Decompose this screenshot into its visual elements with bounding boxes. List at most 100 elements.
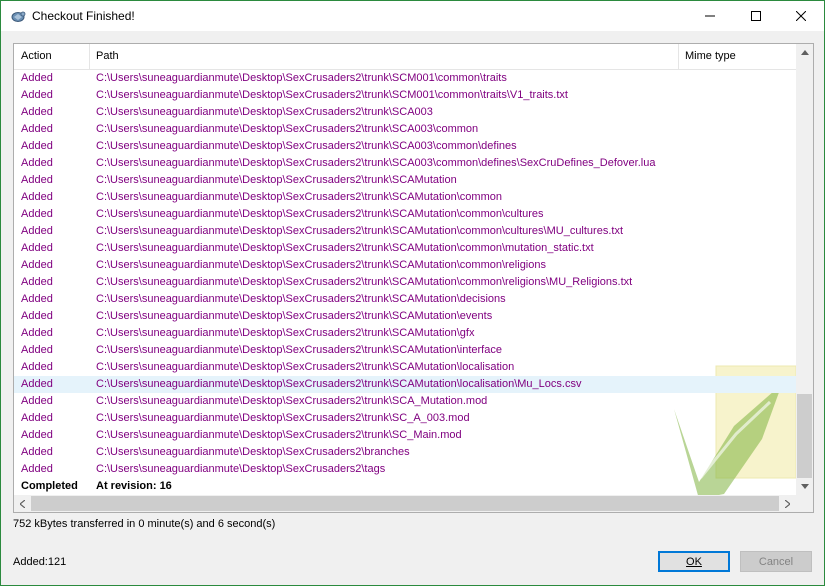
- maximize-button[interactable]: [733, 1, 779, 31]
- row-action: Added: [21, 412, 53, 424]
- row-action: Added: [21, 72, 53, 84]
- list-header: Action Path Mime type: [14, 44, 813, 70]
- row-path: C:\Users\suneaguardianmute\Desktop\SexCr…: [96, 123, 479, 135]
- scroll-up-arrow-icon[interactable]: [796, 44, 813, 61]
- window-title: Checkout Finished!: [32, 9, 135, 23]
- column-header-action[interactable]: Action: [14, 44, 89, 69]
- list-item[interactable]: Added C:\Users\suneaguardianmute\Desktop\…: [14, 325, 798, 342]
- row-action: Completed: [21, 480, 78, 492]
- row-action: Added: [21, 191, 53, 203]
- vertical-scrollbar[interactable]: [796, 44, 813, 495]
- row-action: Added: [21, 463, 53, 475]
- row-path: C:\Users\suneaguardianmute\Desktop\SexCr…: [96, 378, 582, 390]
- row-action: Added: [21, 276, 53, 288]
- row-path: C:\Users\suneaguardianmute\Desktop\SexCr…: [96, 191, 502, 203]
- vertical-scroll-thumb[interactable]: [797, 394, 812, 478]
- row-path: C:\Users\suneaguardianmute\Desktop\SexCr…: [96, 327, 475, 339]
- row-action: Added: [21, 429, 53, 441]
- list-item[interactable]: Added C:\Users\suneaguardianmute\Desktop\…: [14, 376, 798, 393]
- row-path: C:\Users\suneaguardianmute\Desktop\SexCr…: [96, 395, 488, 407]
- row-path: C:\Users\suneaguardianmute\Desktop\SexCr…: [96, 259, 546, 271]
- row-path: C:\Users\suneaguardianmute\Desktop\SexCr…: [96, 225, 624, 237]
- row-action: Added: [21, 361, 53, 373]
- row-path: C:\Users\suneaguardianmute\Desktop\SexCr…: [96, 310, 493, 322]
- list-item[interactable]: Added C:\Users\suneaguardianmute\Desktop\…: [14, 206, 798, 223]
- tortoise-app-icon: [10, 8, 26, 24]
- ok-button[interactable]: OK: [658, 551, 730, 572]
- row-action: Added: [21, 395, 53, 407]
- row-path: C:\Users\suneaguardianmute\Desktop\SexCr…: [96, 276, 633, 288]
- row-action: Added: [21, 259, 53, 271]
- row-path: C:\Users\suneaguardianmute\Desktop\SexCr…: [96, 157, 656, 169]
- list-item[interactable]: Added C:\Users\suneaguardianmute\Desktop\…: [14, 121, 798, 138]
- list-item[interactable]: Added C:\Users\suneaguardianmute\Desktop\…: [14, 223, 798, 240]
- row-action: Added: [21, 242, 53, 254]
- added-count-text: Added:121: [13, 556, 67, 568]
- list-item[interactable]: Added C:\Users\suneaguardianmute\Desktop\…: [14, 393, 798, 410]
- row-action: Added: [21, 293, 53, 305]
- row-action: Added: [21, 378, 53, 390]
- list-item[interactable]: Added C:\Users\suneaguardianmute\Desktop\…: [14, 138, 798, 155]
- scroll-right-arrow-icon[interactable]: [779, 495, 796, 512]
- row-action: Added: [21, 123, 53, 135]
- row-path: C:\Users\suneaguardianmute\Desktop\SexCr…: [96, 344, 502, 356]
- list-item[interactable]: Added C:\Users\suneaguardianmute\Desktop\…: [14, 461, 798, 478]
- list-item[interactable]: Added C:\Users\suneaguardianmute\Desktop\…: [14, 308, 798, 325]
- row-path: C:\Users\suneaguardianmute\Desktop\SexCr…: [96, 208, 544, 220]
- list-item[interactable]: Added C:\Users\suneaguardianmute\Desktop\…: [14, 291, 798, 308]
- row-action: Added: [21, 157, 53, 169]
- list-item[interactable]: Added C:\Users\suneaguardianmute\Desktop\…: [14, 427, 798, 444]
- list-item[interactable]: Added C:\Users\suneaguardianmute\Desktop\…: [14, 342, 798, 359]
- row-path: C:\Users\suneaguardianmute\Desktop\SexCr…: [96, 361, 515, 373]
- list-item[interactable]: Added C:\Users\suneaguardianmute\Desktop\…: [14, 444, 798, 461]
- minimize-button[interactable]: [687, 1, 733, 31]
- row-action: Added: [21, 140, 53, 152]
- row-path: C:\Users\suneaguardianmute\Desktop\SexCr…: [96, 140, 517, 152]
- title-bar[interactable]: Checkout Finished!: [1, 1, 824, 31]
- cancel-button[interactable]: Cancel: [740, 551, 812, 572]
- scroll-left-arrow-icon[interactable]: [14, 495, 31, 512]
- checkout-results-list[interactable]: Action Path Mime type Added C:\Users\sune…: [13, 43, 814, 513]
- list-item[interactable]: Added C:\Users\suneaguardianmute\Desktop\…: [14, 104, 798, 121]
- row-path: C:\Users\suneaguardianmute\Desktop\SexCr…: [96, 242, 594, 254]
- scroll-down-arrow-icon[interactable]: [796, 478, 813, 495]
- list-item[interactable]: Added C:\Users\suneaguardianmute\Desktop\…: [14, 189, 798, 206]
- row-action: Added: [21, 446, 53, 458]
- row-path: C:\Users\suneaguardianmute\Desktop\SexCr…: [96, 174, 457, 186]
- list-item[interactable]: Added C:\Users\suneaguardianmute\Desktop\…: [14, 87, 798, 104]
- column-header-mime-type[interactable]: Mime type: [678, 44, 796, 69]
- row-path: C:\Users\suneaguardianmute\Desktop\SexCr…: [96, 293, 506, 305]
- list-rows: Added C:\Users\suneaguardianmute\Desktop\…: [14, 70, 798, 495]
- row-action: Added: [21, 106, 53, 118]
- cancel-button-label: Cancel: [758, 555, 794, 568]
- horizontal-scroll-thumb[interactable]: [31, 496, 779, 511]
- checkout-dialog: Checkout Finished! Action Path Mime type…: [0, 0, 825, 586]
- row-action: Added: [21, 344, 53, 356]
- row-path: C:\Users\suneaguardianmute\Desktop\SexCr…: [96, 412, 470, 424]
- row-path: C:\Users\suneaguardianmute\Desktop\SexCr…: [96, 429, 462, 441]
- row-action: Added: [21, 225, 53, 237]
- list-item[interactable]: Added C:\Users\suneaguardianmute\Desktop\…: [14, 172, 798, 189]
- list-item[interactable]: Added C:\Users\suneaguardianmute\Desktop\…: [14, 155, 798, 172]
- row-action: Added: [21, 89, 53, 101]
- transfer-status-text: 752 kBytes transferred in 0 minute(s) an…: [13, 518, 276, 530]
- row-path: C:\Users\suneaguardianmute\Desktop\SexCr…: [96, 446, 410, 458]
- row-path: C:\Users\suneaguardianmute\Desktop\SexCr…: [96, 72, 507, 84]
- list-item[interactable]: Added C:\Users\suneaguardianmute\Desktop\…: [14, 70, 798, 87]
- list-item[interactable]: Added C:\Users\suneaguardianmute\Desktop\…: [14, 410, 798, 427]
- close-button[interactable]: [778, 1, 824, 31]
- list-item[interactable]: Added C:\Users\suneaguardianmute\Desktop\…: [14, 274, 798, 291]
- list-item[interactable]: Added C:\Users\suneaguardianmute\Desktop\…: [14, 257, 798, 274]
- row-path: C:\Users\suneaguardianmute\Desktop\SexCr…: [96, 106, 433, 118]
- list-item[interactable]: Completed At revision: 16: [14, 478, 798, 495]
- column-header-path[interactable]: Path: [89, 44, 679, 69]
- row-action: Added: [21, 208, 53, 220]
- scrollbar-corner: [796, 495, 813, 512]
- row-action: Added: [21, 327, 53, 339]
- row-path: C:\Users\suneaguardianmute\Desktop\SexCr…: [96, 89, 568, 101]
- row-action: Added: [21, 310, 53, 322]
- row-action: Added: [21, 174, 53, 186]
- list-item[interactable]: Added C:\Users\suneaguardianmute\Desktop\…: [14, 240, 798, 257]
- list-item[interactable]: Added C:\Users\suneaguardianmute\Desktop\…: [14, 359, 798, 376]
- horizontal-scrollbar[interactable]: [14, 495, 796, 512]
